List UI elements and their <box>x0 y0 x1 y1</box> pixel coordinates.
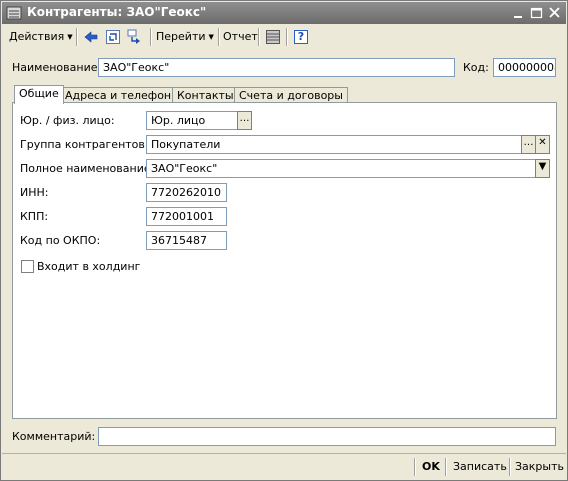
close-icon[interactable] <box>546 5 563 21</box>
chevron-down-icon: ▼ <box>208 33 214 41</box>
refresh-icon[interactable] <box>104 28 122 46</box>
inn-label: ИНН: <box>20 186 49 199</box>
comment-field[interactable] <box>98 427 556 446</box>
toolbar-separator <box>258 28 260 46</box>
chevron-down-icon[interactable]: ▼ <box>535 159 550 178</box>
ok-button[interactable]: OK <box>422 458 440 476</box>
toolbar-separator <box>150 28 152 46</box>
holding-label: Входит в холдинг <box>37 260 141 273</box>
code-field[interactable]: 000000008 <box>493 58 556 77</box>
code-label: Код: <box>463 61 489 74</box>
close-button[interactable]: Закрыть <box>515 458 564 476</box>
title-bar[interactable]: Контрагенты: ЗАО"Геокс" <box>2 2 566 24</box>
report-button[interactable]: Отчет <box>223 28 258 46</box>
holding-checkbox[interactable] <box>21 260 34 273</box>
footer-separator <box>414 458 416 476</box>
okpo-field[interactable]: 36715487 <box>146 231 227 250</box>
footer-bar: OK Записать Закрыть <box>2 453 566 479</box>
catalog-icon <box>6 5 22 21</box>
name-field[interactable]: ЗАО"Геокс" <box>98 58 455 77</box>
save-button[interactable]: Записать <box>453 458 507 476</box>
group-field[interactable]: Покупатели <box>146 135 523 154</box>
help-icon[interactable]: ? <box>292 28 310 46</box>
actions-label: Действия <box>9 30 65 43</box>
comment-label: Комментарий: <box>12 430 96 443</box>
toolbar-separator <box>218 28 220 46</box>
group-label: Группа контрагентов: <box>20 138 149 151</box>
select-button[interactable]: … <box>521 135 536 154</box>
dialog-window: Контрагенты: ЗАО"Геокс" Действия ▼ Перей… <box>0 0 568 481</box>
minimize-icon[interactable] <box>510 5 527 21</box>
entity-type-label: Юр. / физ. лицо: <box>20 114 115 127</box>
back-arrow-icon[interactable] <box>82 28 100 46</box>
toolbar-separator <box>76 28 78 46</box>
maximize-icon[interactable] <box>528 5 545 21</box>
select-button[interactable]: … <box>237 111 252 130</box>
goto-label: Перейти <box>156 30 206 43</box>
actions-menu[interactable]: Действия ▼ <box>9 28 73 46</box>
goto-menu[interactable]: Перейти ▼ <box>156 28 214 46</box>
entity-type-field[interactable]: Юр. лицо <box>146 111 238 130</box>
window-title: Контрагенты: ЗАО"Геокс" <box>27 5 207 19</box>
chevron-down-icon: ▼ <box>67 33 73 41</box>
full-name-field[interactable]: ЗАО"Геокс" <box>146 159 538 178</box>
name-label: Наименование: <box>12 61 102 74</box>
clear-icon[interactable]: ✕ <box>535 135 550 154</box>
inn-field[interactable]: 7720262010 <box>146 183 227 202</box>
kpp-field[interactable]: 772001001 <box>146 207 227 226</box>
toolbar-separator <box>286 28 288 46</box>
list-settings-icon[interactable] <box>264 28 282 46</box>
kpp-label: КПП: <box>20 210 49 223</box>
toolbar: Действия ▼ Перейти ▼ Отчет ? <box>5 26 563 48</box>
help-glyph: ? <box>297 30 305 43</box>
okpo-label: Код по ОКПО: <box>20 234 101 247</box>
tab-panel-general: Юр. / физ. лицо: Юр. лицо … Группа контр… <box>12 102 557 419</box>
footer-separator <box>445 458 447 476</box>
tab-general[interactable]: Общие <box>14 85 64 104</box>
structure-icon[interactable] <box>126 28 144 46</box>
full-name-label: Полное наименование: <box>20 162 155 175</box>
footer-separator <box>509 458 511 476</box>
